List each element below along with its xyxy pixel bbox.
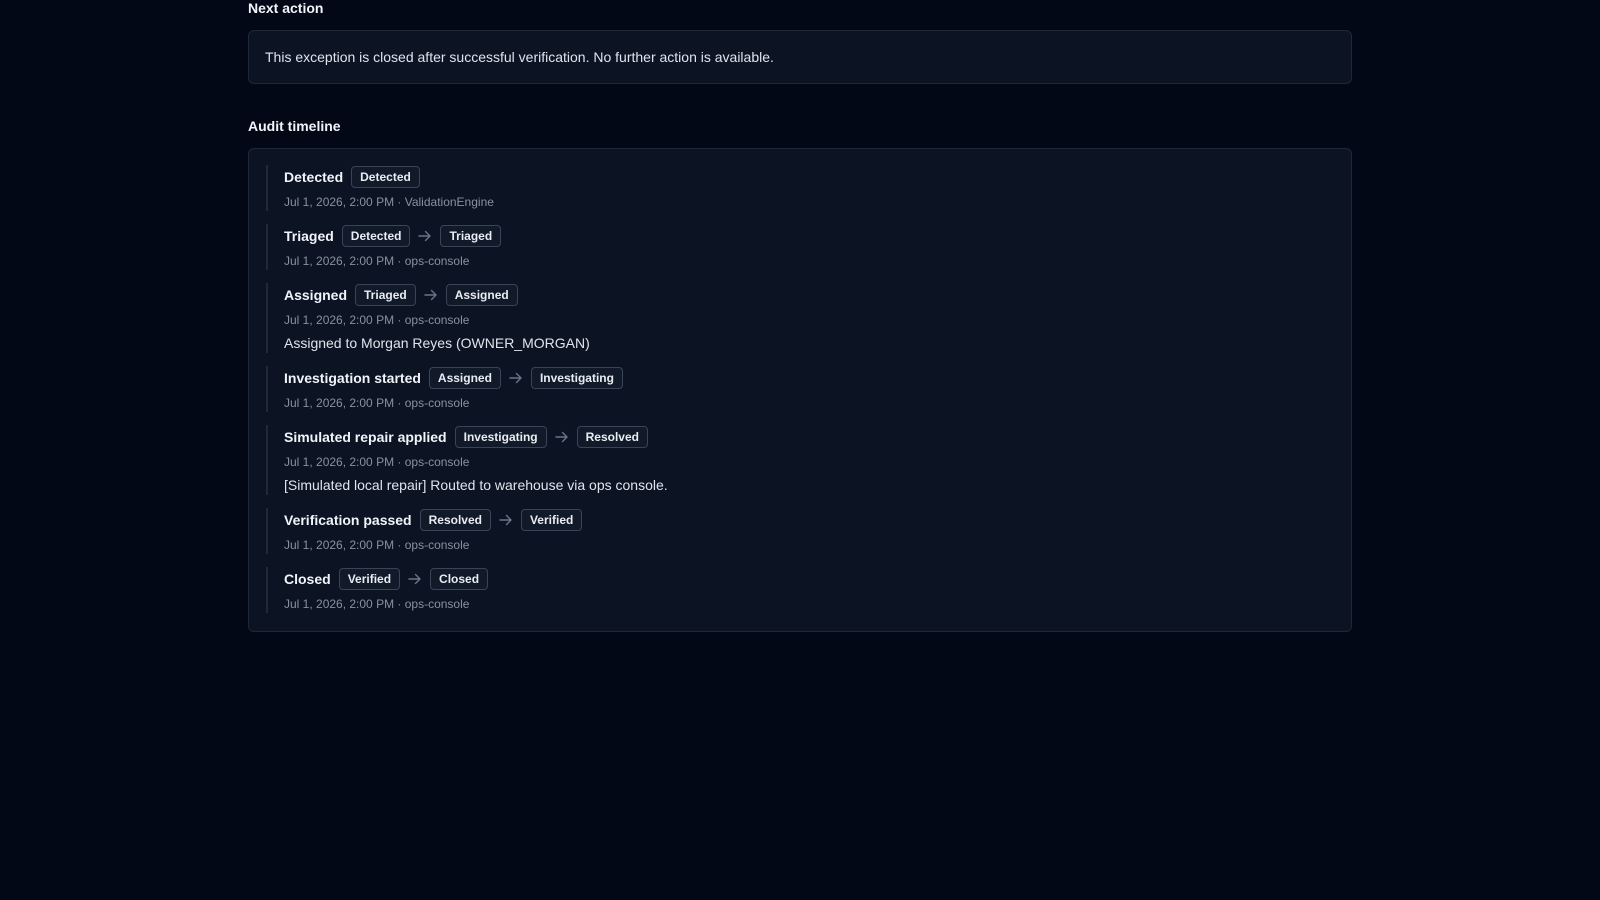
timeline-event-header: Investigation started Assigned Investigati…: [284, 367, 1334, 389]
timeline-event: Simulated repair applied Investigating Res…: [266, 425, 1334, 495]
timeline-event-header: Triaged Detected Triaged: [284, 225, 1334, 247]
timeline-event-meta: Jul 1, 2026, 2:00 PM · ops-console: [284, 538, 470, 552]
timeline-event-title: Assigned: [284, 287, 348, 303]
status-badge-from: Detected: [341, 225, 411, 247]
audit-timeline-card: Detected Detected Jul 1, 2026, 2:00 PM · V…: [248, 148, 1352, 632]
timeline-event-meta: Jul 1, 2026, 2:00 PM · ValidationEngine: [284, 195, 494, 209]
status-badge-to: Verified: [520, 509, 583, 531]
arrow-right-icon: [400, 568, 430, 590]
arrow-right-icon: [410, 225, 440, 247]
timeline-event-note: Assigned to Morgan Reyes (OWNER_MORGAN): [284, 335, 590, 351]
status-badge-to: Assigned: [445, 284, 518, 306]
timeline-event-meta: Jul 1, 2026, 2:00 PM · ops-console: [284, 597, 470, 611]
timeline-event-title: Closed: [284, 571, 331, 587]
status-badge-from: Investigating: [454, 426, 547, 448]
arrow-right-icon: [501, 367, 531, 389]
timeline-event: Triaged Detected Triaged Jul 1, 2026, 2:00 …: [266, 224, 1334, 270]
timeline-event: Detected Detected Jul 1, 2026, 2:00 PM · V…: [266, 165, 1334, 211]
timeline-event-meta: Jul 1, 2026, 2:00 PM · ops-console: [284, 455, 470, 469]
status-badge-from: Resolved: [419, 509, 491, 531]
timeline-event-header: Assigned Triaged Assigned: [284, 284, 1334, 306]
audit-timeline-heading: Audit timeline: [248, 118, 341, 134]
status-badge-to: Triaged: [440, 225, 502, 247]
timeline-event-meta: Jul 1, 2026, 2:00 PM · ops-console: [284, 254, 470, 268]
arrow-right-icon: [416, 284, 446, 306]
timeline-event-header: Verification passed Resolved Verified: [284, 509, 1334, 531]
status-badge-from: Assigned: [428, 367, 501, 389]
timeline-event: Assigned Triaged Assigned Jul 1, 2026, 2:00…: [266, 283, 1334, 353]
status-badge-from: Triaged: [355, 284, 416, 306]
timeline-event-header: Closed Verified Closed: [284, 568, 1334, 590]
timeline-event-header: Simulated repair applied Investigating Res…: [284, 426, 1334, 448]
arrow-right-icon: [547, 426, 577, 448]
next-action-heading: Next action: [248, 0, 324, 16]
timeline-event-title: Verification passed: [284, 512, 412, 528]
timeline-event-meta: Jul 1, 2026, 2:00 PM · ops-console: [284, 313, 470, 327]
timeline-event-meta: Jul 1, 2026, 2:00 PM · ops-console: [284, 396, 470, 410]
status-badge-to: Closed: [430, 568, 489, 590]
status-badge-to: Detected: [351, 166, 420, 188]
arrow-right-icon: [491, 509, 521, 531]
audit-timeline-list: Detected Detected Jul 1, 2026, 2:00 PM · V…: [266, 165, 1334, 613]
timeline-event: Investigation started Assigned Investigati…: [266, 366, 1334, 412]
timeline-event: Closed Verified Closed Jul 1, 2026, 2:00 PM…: [266, 567, 1334, 613]
next-action-message: This exception is closed after successfu…: [265, 49, 774, 65]
timeline-event-title: Simulated repair applied: [284, 429, 447, 445]
timeline-event-title: Investigation started: [284, 370, 421, 386]
timeline-event-note: [Simulated local repair] Routed to wareh…: [284, 477, 668, 493]
timeline-event-header: Detected Detected: [284, 166, 1334, 188]
timeline-event-title: Detected: [284, 169, 344, 185]
next-action-card: This exception is closed after successfu…: [248, 30, 1352, 84]
status-badge-from: Verified: [338, 568, 401, 590]
status-badge-to: Resolved: [576, 426, 648, 448]
timeline-event-title: Triaged: [284, 228, 334, 244]
status-badge-to: Investigating: [530, 367, 623, 389]
timeline-event: Verification passed Resolved Verified Jul 1…: [266, 508, 1334, 554]
